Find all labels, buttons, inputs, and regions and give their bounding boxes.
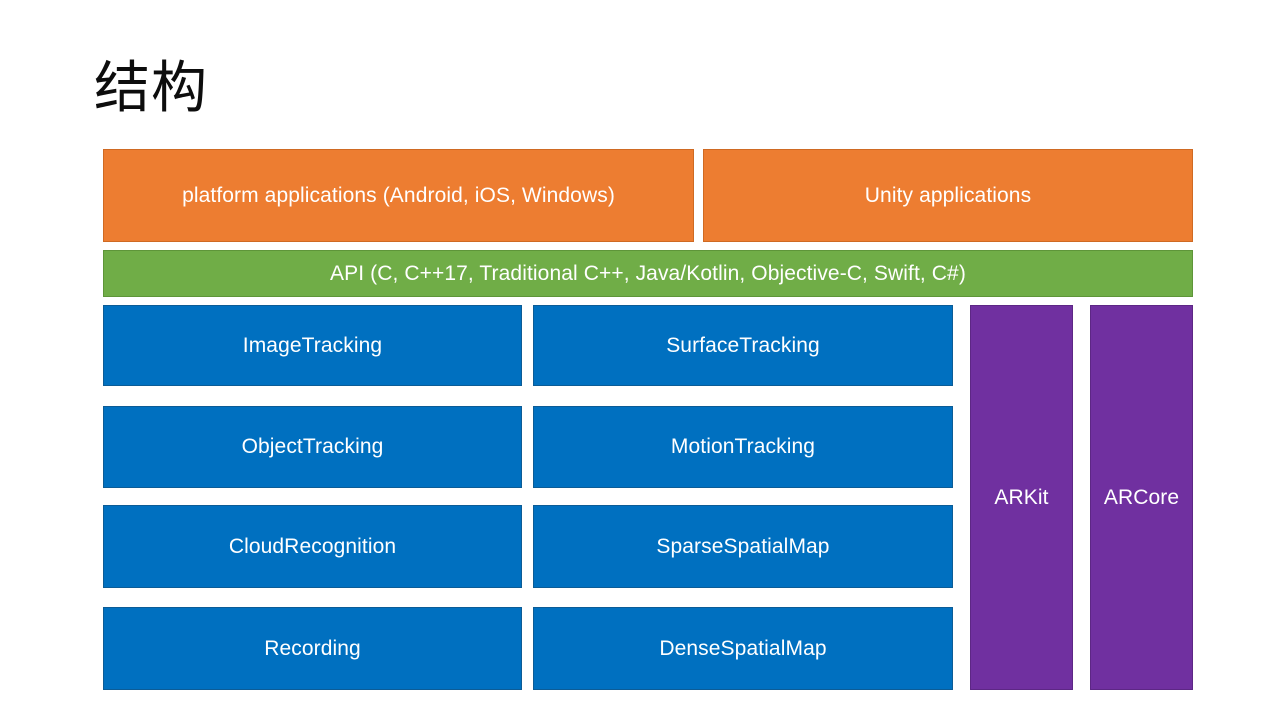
- block-sparse-spatial-map[interactable]: SparseSpatialMap: [533, 505, 953, 588]
- block-image-tracking[interactable]: ImageTracking: [103, 305, 522, 386]
- block-surface-tracking[interactable]: SurfaceTracking: [533, 305, 953, 386]
- block-recording[interactable]: Recording: [103, 607, 522, 690]
- block-arkit[interactable]: ARKit: [970, 305, 1073, 690]
- block-api-layer[interactable]: API (C, C++17, Traditional C++, Java/Kot…: [103, 250, 1193, 297]
- block-dense-spatial-map[interactable]: DenseSpatialMap: [533, 607, 953, 690]
- block-arcore[interactable]: ARCore: [1090, 305, 1193, 690]
- slide-canvas: 结构 platform applications (Android, iOS, …: [0, 0, 1280, 720]
- block-cloud-recognition[interactable]: CloudRecognition: [103, 505, 522, 588]
- block-object-tracking[interactable]: ObjectTracking: [103, 406, 522, 488]
- block-unity-applications[interactable]: Unity applications: [703, 149, 1193, 242]
- block-motion-tracking[interactable]: MotionTracking: [533, 406, 953, 488]
- block-platform-applications[interactable]: platform applications (Android, iOS, Win…: [103, 149, 694, 242]
- page-title: 结构: [94, 56, 208, 121]
